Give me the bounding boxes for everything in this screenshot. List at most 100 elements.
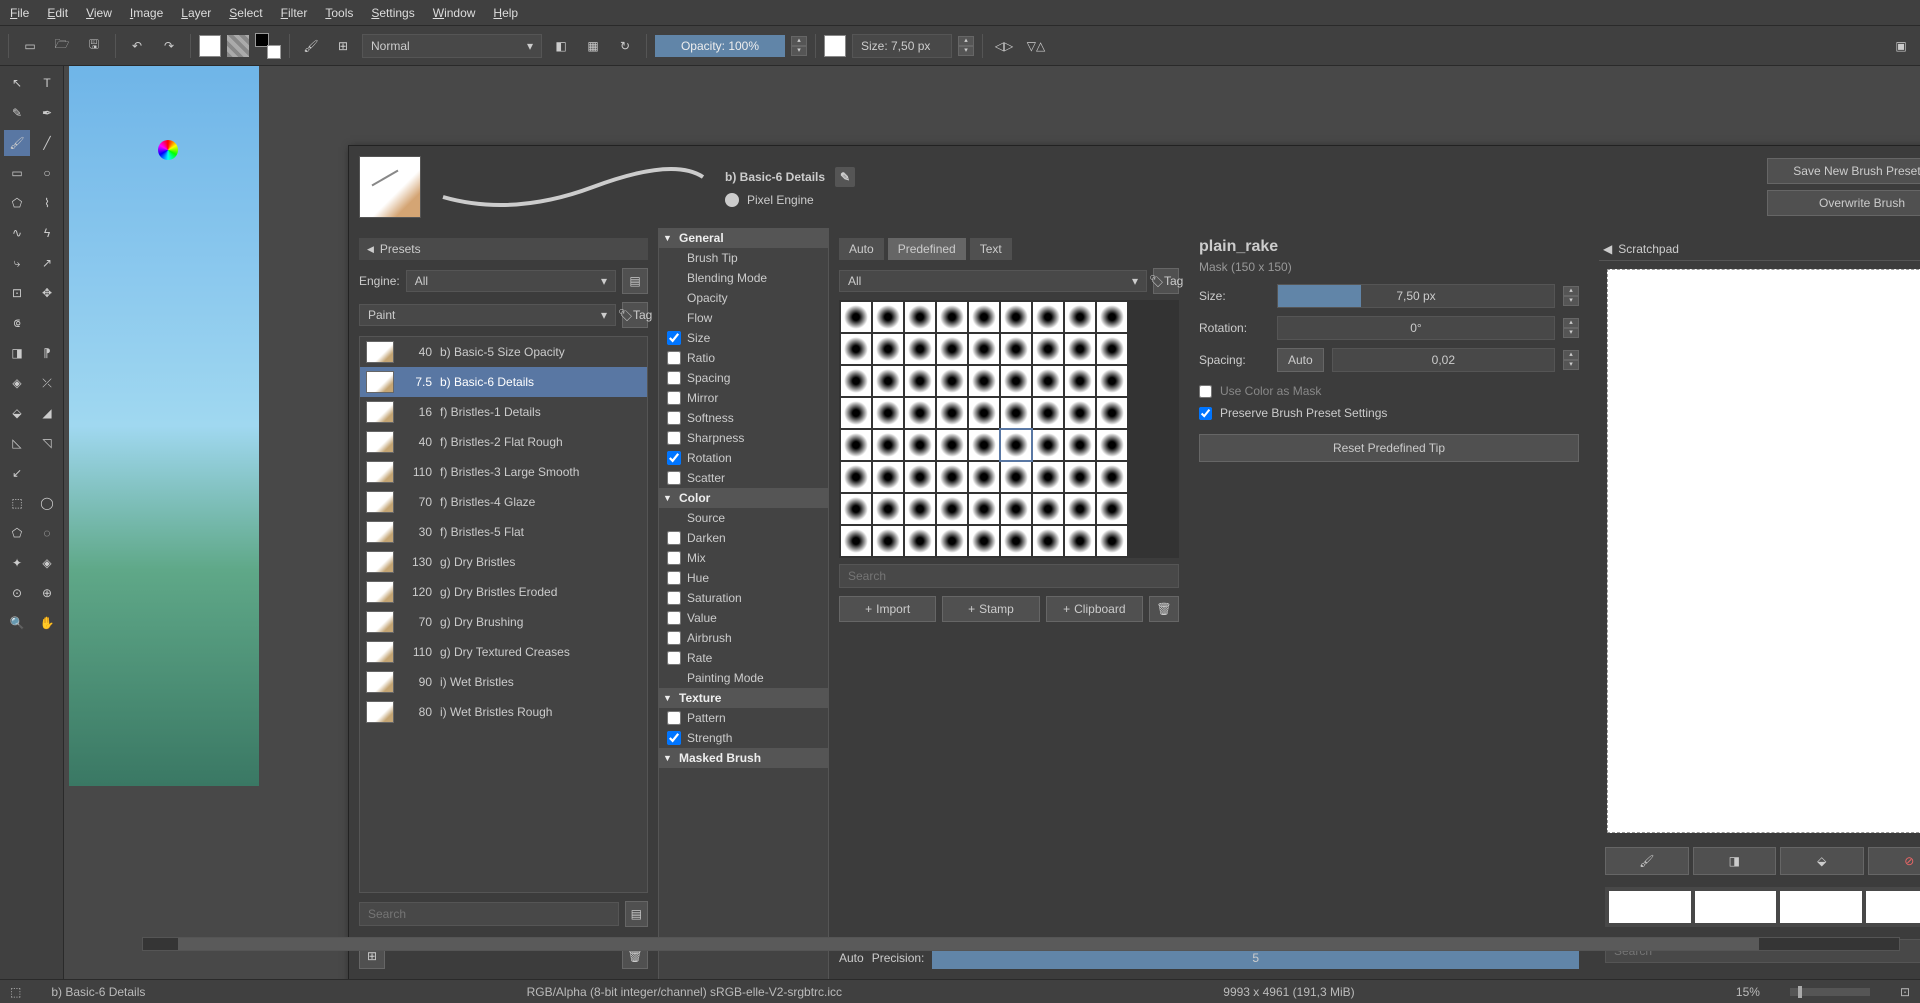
brush-tip-item[interactable] <box>1097 462 1127 492</box>
tip-spacing-field[interactable]: 0,02 <box>1332 348 1555 372</box>
property-item[interactable]: Softness <box>659 408 828 428</box>
brush-tip-item[interactable] <box>1033 366 1063 396</box>
brush-tip-item[interactable] <box>1065 334 1095 364</box>
rectangle-tool-icon[interactable]: ▭ <box>4 160 30 186</box>
brush-tip-item[interactable] <box>1033 398 1063 428</box>
menu-image[interactable]: Image <box>130 6 163 20</box>
menu-window[interactable]: Window <box>433 6 476 20</box>
menu-tools[interactable]: Tools <box>325 6 353 20</box>
brush-tip-item[interactable] <box>937 494 967 524</box>
ellipse-tool-icon[interactable]: ○ <box>34 160 60 186</box>
transform-tool-icon[interactable]: ⊡ <box>4 280 30 306</box>
reset-tip-button[interactable]: Reset Predefined Tip <box>1199 434 1579 462</box>
menu-view[interactable]: View <box>86 6 112 20</box>
property-item[interactable]: Darken <box>659 528 828 548</box>
brush-tip-item[interactable] <box>905 398 935 428</box>
brush-tip-item[interactable] <box>1097 302 1127 332</box>
rect-select-tool-icon[interactable]: ⬚ <box>4 490 30 516</box>
measure-tool-icon[interactable]: ◺ <box>4 430 30 456</box>
tip-tag-filter-dropdown[interactable]: All▾ <box>839 270 1147 292</box>
brush-tip-item[interactable] <box>969 334 999 364</box>
polygon-tool-icon[interactable]: ⬠ <box>4 190 30 216</box>
property-item[interactable]: Rotation <box>659 448 828 468</box>
brush-size-field[interactable]: Size: 7,50 px <box>852 34 952 58</box>
multibrush-tool-icon[interactable]: ↗ <box>34 250 60 276</box>
brush-tip-item[interactable] <box>937 462 967 492</box>
tip-rotation-field[interactable]: 0° <box>1277 316 1555 340</box>
edit-shape-tool-icon[interactable]: ✎ <box>4 100 30 126</box>
brush-tip-item[interactable] <box>1065 494 1095 524</box>
brush-tip-item[interactable] <box>1065 430 1095 460</box>
crop-tool-icon[interactable]: ⟃ <box>4 310 30 336</box>
brush-tip-item[interactable] <box>1001 494 1031 524</box>
menu-help[interactable]: Help <box>493 6 518 20</box>
brush-tip-item[interactable] <box>905 302 935 332</box>
fill-tool-icon[interactable]: ⬙ <box>4 400 30 426</box>
bezier-select-tool-icon[interactable]: ⊙ <box>4 580 30 606</box>
tip-tab-text[interactable]: Text <box>970 238 1012 260</box>
ellipse-select-tool-icon[interactable]: ◯ <box>34 490 60 516</box>
view-mode-icon[interactable]: ▤ <box>622 268 648 294</box>
property-group-header[interactable]: ▼General <box>659 228 828 248</box>
polyline-tool-icon[interactable]: ⌇ <box>34 190 60 216</box>
brush-tip-item[interactable] <box>1097 526 1127 556</box>
tip-search-input[interactable] <box>839 564 1179 588</box>
preset-item[interactable]: 90i) Wet Bristles <box>360 667 647 697</box>
tip-spacing-spinner[interactable]: ▴▾ <box>1563 350 1579 370</box>
redo-icon[interactable]: ↷ <box>156 33 182 59</box>
brush-tool-icon[interactable]: 🖌 <box>4 130 30 156</box>
brush-tip-item[interactable] <box>905 366 935 396</box>
brush-tip-item[interactable] <box>1097 366 1127 396</box>
brush-tip-item[interactable] <box>1033 462 1063 492</box>
brush-tip-item[interactable] <box>873 494 903 524</box>
size-spinner[interactable]: ▴▾ <box>958 36 974 56</box>
brush-tip-item[interactable] <box>905 526 935 556</box>
use-color-mask-checkbox[interactable] <box>1199 385 1212 398</box>
brush-tip-item[interactable] <box>841 334 871 364</box>
property-item[interactable]: Value <box>659 608 828 628</box>
brush-tip-item[interactable] <box>905 494 935 524</box>
brush-tip-item[interactable] <box>1001 398 1031 428</box>
preset-item[interactable]: 40b) Basic-5 Size Opacity <box>360 337 647 367</box>
zoom-fit-icon[interactable]: ⊡ <box>1900 985 1910 999</box>
property-item[interactable]: Airbrush <box>659 628 828 648</box>
overwrite-brush-button[interactable]: Overwrite Brush <box>1767 190 1920 216</box>
fg-bg-swatch[interactable] <box>255 33 281 59</box>
brush-tip-item[interactable] <box>873 302 903 332</box>
brush-tip-item[interactable] <box>1001 526 1031 556</box>
brush-tip-item[interactable] <box>1033 526 1063 556</box>
brush-tip-item[interactable] <box>1001 462 1031 492</box>
open-document-icon[interactable]: 🗁 <box>49 33 75 59</box>
property-item[interactable]: Sharpness <box>659 428 828 448</box>
stamp-tip-button[interactable]: + Stamp <box>942 596 1039 622</box>
rename-brush-icon[interactable]: ✎ <box>835 167 855 187</box>
property-item[interactable]: Rate <box>659 648 828 668</box>
brush-tip-item[interactable] <box>1001 334 1031 364</box>
brush-tip-item[interactable] <box>969 302 999 332</box>
brush-preview-thumb[interactable] <box>359 156 421 218</box>
preset-item[interactable]: 70g) Dry Brushing <box>360 607 647 637</box>
property-item[interactable]: Ratio <box>659 348 828 368</box>
pattern-swatch[interactable] <box>227 35 249 57</box>
brush-tip-item[interactable] <box>969 398 999 428</box>
menu-edit[interactable]: Edit <box>47 6 68 20</box>
move-layer-tool-icon[interactable]: ✥ <box>34 280 60 306</box>
brush-tip-item[interactable] <box>937 398 967 428</box>
paint-dropdown[interactable]: Paint▾ <box>359 304 616 326</box>
presets-header[interactable]: ◀ Presets <box>359 238 648 260</box>
pattern-edit-tool-icon[interactable]: ◈ <box>4 370 30 396</box>
polygon-select-tool-icon[interactable]: ⬠ <box>4 520 30 546</box>
assistant-tool-icon[interactable]: ◢ <box>34 400 60 426</box>
brush-tip-item[interactable] <box>1097 494 1127 524</box>
scratch-gradient-icon[interactable]: ◨ <box>1693 847 1777 875</box>
engine-filter-dropdown[interactable]: All▾ <box>406 270 616 292</box>
property-item[interactable]: Mirror <box>659 388 828 408</box>
property-item[interactable]: Saturation <box>659 588 828 608</box>
mirror-h-icon[interactable]: ◁▷ <box>991 33 1017 59</box>
brush-size-swatch[interactable] <box>824 35 846 57</box>
property-item[interactable]: Hue <box>659 568 828 588</box>
new-document-icon[interactable]: ▭ <box>17 33 43 59</box>
brush-tip-item[interactable] <box>905 462 935 492</box>
brush-tip-item[interactable] <box>969 526 999 556</box>
brush-tip-item[interactable] <box>969 430 999 460</box>
